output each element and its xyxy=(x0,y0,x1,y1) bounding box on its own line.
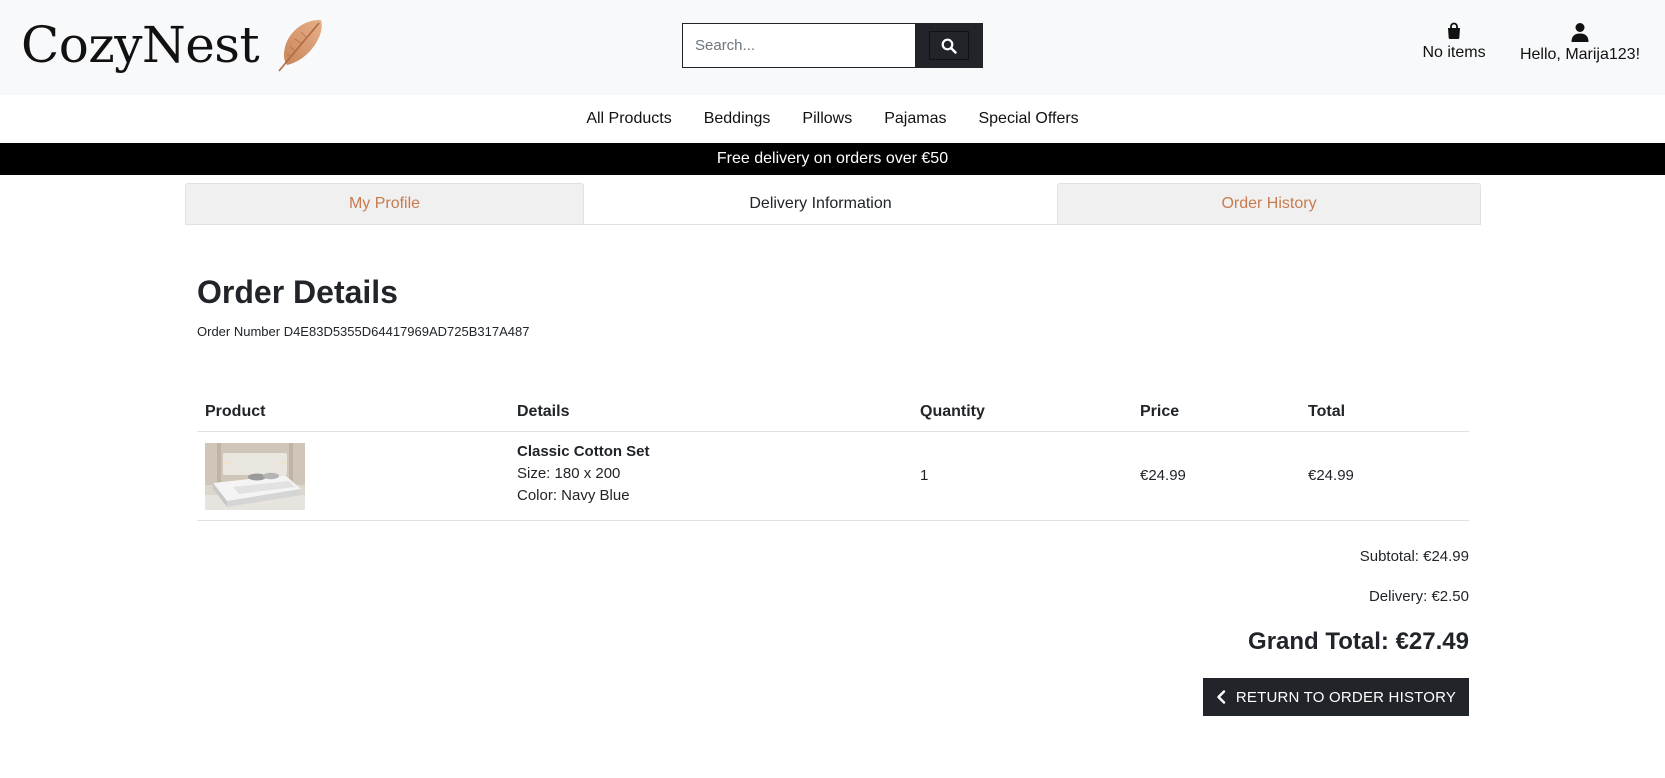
return-button-label: RETURN TO ORDER HISTORY xyxy=(1235,688,1457,706)
order-number: Order Number D4E83D5355D64417969AD725B31… xyxy=(197,324,530,339)
search-button[interactable] xyxy=(915,24,982,67)
brand-logo[interactable]: CozyNest xyxy=(21,16,327,74)
item-name: Classic Cotton Set xyxy=(517,443,650,460)
search-input[interactable] xyxy=(683,24,915,67)
table-header: Product Details Quantity Price Total xyxy=(197,395,1469,432)
tab-my-profile[interactable]: My Profile xyxy=(185,183,584,225)
tab-order-history[interactable]: Order History xyxy=(1057,183,1481,225)
column-quantity: Quantity xyxy=(920,403,985,420)
shopping-bag-icon xyxy=(1448,22,1460,39)
delivery-cost: Delivery: €2.50 xyxy=(1368,588,1469,605)
return-to-order-history-button[interactable]: RETURN TO ORDER HISTORY xyxy=(1203,678,1469,716)
page-title: Order Details xyxy=(197,274,398,310)
nav-all-products[interactable]: All Products xyxy=(570,110,687,128)
item-color: Color: Navy Blue xyxy=(517,487,630,504)
banner-text: Free delivery on orders over €50 xyxy=(716,150,949,167)
search-icon xyxy=(941,38,957,54)
table-row: Classic Cotton Set Size: 180 x 200 Color… xyxy=(197,432,1469,521)
product-image[interactable] xyxy=(205,443,305,510)
order-items-table: Product Details Quantity Price Total Cla… xyxy=(197,395,1469,521)
brand-name[interactable]: CozyNest xyxy=(21,16,260,74)
item-total: €24.99 xyxy=(1308,467,1354,484)
account-tabs: My Profile Delivery Information Order Hi… xyxy=(185,183,1481,225)
chevron-left-icon xyxy=(1217,690,1226,704)
shopping-bag-link[interactable]: No items xyxy=(1415,22,1493,62)
item-price: €24.99 xyxy=(1140,467,1186,484)
user-icon xyxy=(1571,23,1589,42)
site-header: CozyNest Search... No items Hello, Marij… xyxy=(0,0,1665,95)
nav-beddings[interactable]: Beddings xyxy=(688,110,787,128)
column-price: Price xyxy=(1140,403,1180,420)
delivery-banner: Free delivery on orders over €50 xyxy=(0,143,1665,175)
user-greeting: Hello, Marija123! xyxy=(1519,46,1641,63)
column-details: Details xyxy=(517,403,570,420)
item-quantity: 1 xyxy=(920,467,929,484)
item-details: Classic Cotton Set Size: 180 x 200 Color… xyxy=(517,443,650,504)
account-link[interactable]: Hello, Marija123! xyxy=(1510,22,1650,64)
bag-label: No items xyxy=(1422,44,1486,61)
item-size: Size: 180 x 200 xyxy=(517,465,621,482)
column-product: Product xyxy=(205,403,266,420)
grand-total: Grand Total: €27.49 xyxy=(1248,628,1469,655)
column-total: Total xyxy=(1308,403,1346,420)
main-nav: All Products Beddings Pillows Pajamas Sp… xyxy=(0,95,1665,143)
subtotal: Subtotal: €24.99 xyxy=(1359,548,1469,565)
search-bar xyxy=(682,23,983,68)
feather-icon xyxy=(278,19,322,72)
nav-pillows[interactable]: Pillows xyxy=(786,110,868,128)
tab-delivery-information[interactable]: Delivery Information xyxy=(584,183,1057,225)
nav-pajamas[interactable]: Pajamas xyxy=(868,110,962,128)
nav-special-offers[interactable]: Special Offers xyxy=(962,110,1094,128)
